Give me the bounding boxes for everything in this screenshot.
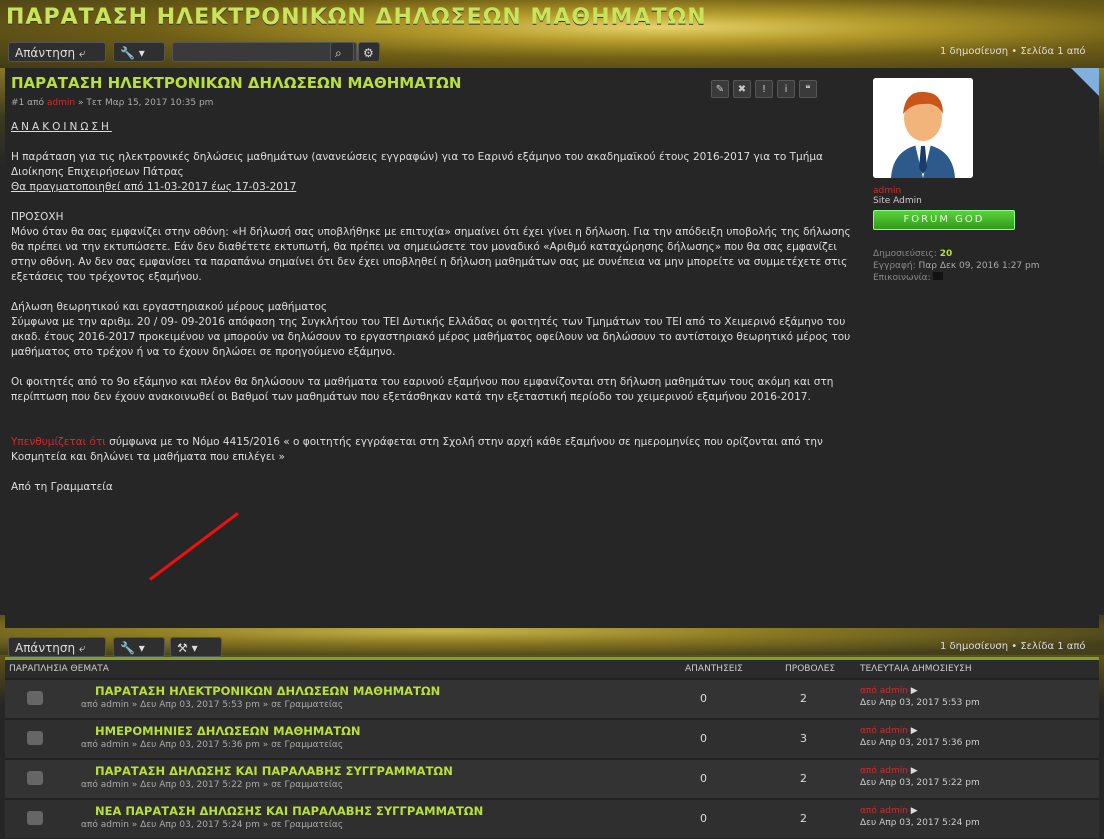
info-icon[interactable]: i [777,80,795,98]
paragraph-3-heading: Δήλωση θεωρητικού και εργαστηριακού μέρο… [11,301,328,313]
last-post-date: Δευ Απρ 03, 2017 5:36 pm [860,738,980,748]
pagination-top: 1 δημοσίευση • Σελίδα 1 από [940,46,1086,57]
table-row[interactable]: ΠΑΡΑΤΑΣΗ ΔΗΛΩΣΗΣ ΚΑΙ ΠΑΡΑΛΑΒΗΣ ΣΥΓΓΡΑΜΜΑ… [5,758,1099,798]
header-replies: ΑΠΑΝΤΗΣΕΙΣ [685,664,743,674]
topic-replies: 0 [700,692,707,705]
reply-button[interactable]: Απάντηση ⤶ [8,42,106,62]
profile-contact: Επικοινωνία: [873,272,1093,284]
topic-last-post: από admin ▶ Δευ Απρ 03, 2017 5:24 pm [860,806,980,828]
topic-subtitle: από admin » Δευ Απρ 03, 2017 5:22 pm » σ… [81,780,344,790]
topic-subtitle: από admin » Δευ Απρ 03, 2017 5:36 pm » σ… [81,740,344,750]
table-row[interactable]: ΠΑΡΑΤΑΣΗ ΗΛΕΚΤΡΟΝΙΚΩΝ ΔΗΛΩΣΕΩΝ ΜΑΘΗΜΑΤΩΝ… [5,678,1099,718]
topic-title[interactable]: ΗΜΕΡΟΜΗΝΙΕΣ ΔΗΛΩΣΕΩΝ ΜΑΘΗΜΑΤΩΝ [95,724,360,738]
header-views: ΠΡΟΒΟΛΕΣ [785,664,836,674]
quote-icon[interactable]: ❝ [799,80,817,98]
profile-username[interactable]: admin [873,186,1093,196]
post-actions: ✎ ✖ ! i ❝ [711,80,817,98]
last-post-date: Δευ Απρ 03, 2017 5:22 pm [860,778,980,788]
last-post-author[interactable]: από admin [860,806,908,816]
contact-icon[interactable] [933,272,944,280]
author-profile: admin Site Admin FORUM GOD Δημοσιεύσεις:… [873,78,1093,284]
paragraph-2: Μόνο όταν θα σας εμφανίζει στην οθόνη: «… [11,226,851,283]
last-post-date: Δευ Απρ 03, 2017 5:24 pm [860,818,980,828]
post-author[interactable]: admin [47,98,75,108]
tools-dropdown-bottom[interactable]: 🔧 ▾ [113,637,165,657]
topic-replies: 0 [700,812,707,825]
topic-views: 2 [800,772,807,785]
table-row[interactable]: ΝΕΑ ΠΑΡΑΤΑΣΗ ΔΗΛΩΣΗΣ ΚΑΙ ΠΑΡΑΛΑΒΗΣ ΣΥΓΓΡ… [5,798,1099,838]
profile-role: Site Admin [873,196,922,206]
topic-title[interactable]: ΠΑΡΑΤΑΣΗ ΗΛΕΚΤΡΟΝΙΚΩΝ ΔΗΛΩΣΕΩΝ ΜΑΘΗΜΑΤΩΝ [95,684,440,698]
last-post-date: Δευ Απρ 03, 2017 5:53 pm [860,698,980,708]
topic-icon [27,811,43,825]
pagination-bottom: 1 δημοσίευση • Σελίδα 1 από [940,641,1086,652]
header-last-post: ΤΕΛΕΥΤΑΙΑ ΔΗΜΟΣΙΕΥΣΗ [860,664,972,674]
wrench-icon: 🔧 ▾ [120,46,145,60]
topic-icon [27,691,43,705]
paragraph-5: σύμφωνα με το Νόμο 4415/2016 « ο φοιτητή… [11,436,823,463]
search-icon: ⌕ [335,46,342,60]
announcement-heading: ΑΝΑΚΟΙΝΩΣΗ [11,121,112,133]
topic-views: 2 [800,692,807,705]
topic-subtitle: από admin » Δευ Απρ 03, 2017 5:53 pm » σ… [81,700,344,710]
wrench-icon: 🔧 ▾ [120,641,145,655]
online-badge [1071,68,1099,96]
advanced-search-button[interactable]: ⚙ [358,42,380,62]
gear-icon: ⚙ [363,46,374,60]
profile-posts: Δημοσιεύσεις: 20 [873,249,953,259]
delete-icon[interactable]: ✖ [733,80,751,98]
signature: Από τη Γραμματεία [11,481,113,493]
hammer-icon: ⚒ ▾ [177,641,198,655]
reminder-label: Υπενθυμίζεται ότι [11,436,106,448]
topic-replies: 0 [700,772,707,785]
post-body: ΑΝΑΚΟΙΝΩΣΗ Η παράταση για τις ηλεκτρονικ… [11,120,851,510]
table-row[interactable]: ΗΜΕΡΟΜΗΝΙΕΣ ΔΗΛΩΣΕΩΝ ΜΑΘΗΜΑΤΩΝ από admin … [5,718,1099,758]
search-button[interactable]: ⌕ [330,42,354,62]
topic-views: 3 [800,732,807,745]
post-number: #1 από [11,98,44,108]
reply-button-bottom[interactable]: Απάντηση ⤶ [8,637,106,657]
last-post-author[interactable]: από admin [860,726,908,736]
topic-last-post: από admin ▶ Δευ Απρ 03, 2017 5:22 pm [860,766,980,788]
post-container: ΠΑΡΑΤΑΣΗ ΗΛΕΚΤΡΟΝΙΚΩΝ ΔΗΛΩΣΕΩΝ ΜΑΘΗΜΑΤΩΝ… [5,68,1099,628]
last-post-author[interactable]: από admin [860,686,908,696]
similar-topics-table: ΠΑΡΑΠΛΗΣΙΑ ΘΕΜΑΤΑ ΑΠΑΝΤΗΣΕΙΣ ΠΡΟΒΟΛΕΣ ΤΕ… [5,657,1099,838]
forum-god-rank: FORUM GOD [873,210,1015,230]
paragraph-1: Η παράταση για τις ηλεκτρονικές δηλώσεις… [11,151,823,178]
post-date: » Τετ Μαρ 15, 2017 10:35 pm [77,98,214,108]
edit-icon[interactable]: ✎ [711,80,729,98]
paragraph-3: Σύμφωνα με την αριθμ. 20 / 09- 09-2016 α… [11,316,851,358]
page-title: ΠΑΡΑΤΑΣΗ ΗΛΕΚΤΡΟΝΙΚΩΝ ΔΗΛΩΣΕΩΝ ΜΑΘΗΜΑΤΩΝ [6,5,707,30]
topic-icon [27,771,43,785]
topic-title[interactable]: ΝΕΑ ΠΑΡΑΤΑΣΗ ΔΗΛΩΣΗΣ ΚΑΙ ΠΑΡΑΛΑΒΗΣ ΣΥΓΓΡ… [95,804,483,818]
attention-heading: ΠΡΟΣΟΧΗ [11,211,64,223]
header-topics: ΠΑΡΑΠΛΗΣΙΑ ΘΕΜΑΤΑ [9,664,109,674]
avatar[interactable] [873,78,973,178]
report-icon[interactable]: ! [755,80,773,98]
profile-joined: Εγγραφή: Παρ Δεκ 09, 2016 1:27 pm [873,261,1040,271]
user-avatar-icon [873,78,973,178]
mod-tools-dropdown[interactable]: ⚒ ▾ [170,637,222,657]
topic-last-post: από admin ▶ Δευ Απρ 03, 2017 5:36 pm [860,726,980,748]
topic-title[interactable]: ΠΑΡΑΤΑΣΗ ΔΗΛΩΣΗΣ ΚΑΙ ΠΑΡΑΛΑΒΗΣ ΣΥΓΓΡΑΜΜΑ… [95,764,453,778]
post-title[interactable]: ΠΑΡΑΤΑΣΗ ΗΛΕΚΤΡΟΝΙΚΩΝ ΔΗΛΩΣΕΩΝ ΜΑΘΗΜΑΤΩΝ [11,74,461,92]
topic-subtitle: από admin » Δευ Απρ 03, 2017 5:24 pm » σ… [81,820,344,830]
topic-last-post: από admin ▶ Δευ Απρ 03, 2017 5:53 pm [860,686,980,708]
post-meta: #1 από admin » Τετ Μαρ 15, 2017 10:35 pm [11,98,213,108]
tools-dropdown[interactable]: 🔧 ▾ [113,42,165,62]
paragraph-1-dates: Θα πραγματοποιηθεί από 11-03-2017 έως 17… [11,181,297,193]
topic-icon [27,731,43,745]
table-header: ΠΑΡΑΠΛΗΣΙΑ ΘΕΜΑΤΑ ΑΠΑΝΤΗΣΕΙΣ ΠΡΟΒΟΛΕΣ ΤΕ… [5,657,1099,678]
topic-replies: 0 [700,732,707,745]
paragraph-4: Οι φοιτητές από το 9ο εξάμηνο και πλέον … [11,376,834,403]
last-post-author[interactable]: από admin [860,766,908,776]
topic-views: 2 [800,812,807,825]
